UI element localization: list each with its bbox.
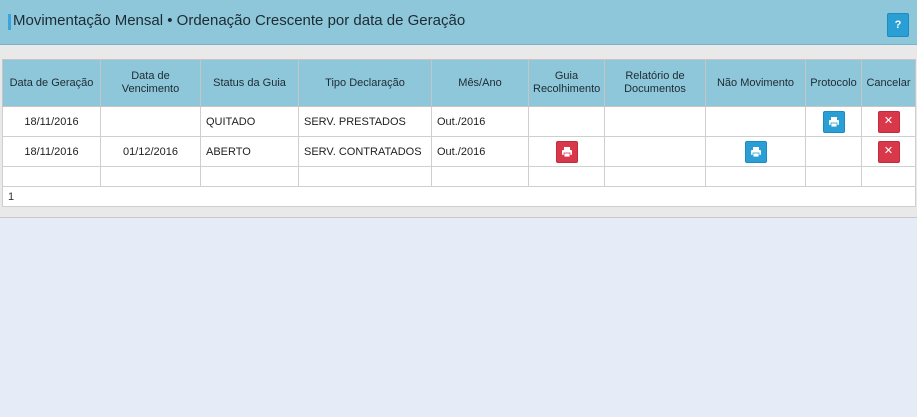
col-header-nao-movimento[interactable]: Não Movimento <box>705 59 806 107</box>
cell-relatorio-documentos <box>604 106 706 137</box>
col-header-tipo-declaracao[interactable]: Tipo Declaração <box>298 59 432 107</box>
col-header-guia-recolhimento[interactable]: Guia Recolhimento <box>528 59 605 107</box>
cell-cancelar: ✕ <box>861 106 916 137</box>
cell-status: ABERTO <box>200 136 299 167</box>
cell-mes-ano: Out./2016 <box>431 136 529 167</box>
col-header-data-geracao[interactable]: Data de Geração <box>2 59 101 107</box>
close-icon: ✕ <box>883 115 894 127</box>
guia-recolhimento-print-button[interactable] <box>555 140 578 163</box>
col-header-mes-ano[interactable]: Mês/Ano <box>431 59 529 107</box>
header-gap <box>0 45 917 54</box>
table-row-empty <box>2 166 916 187</box>
pager-page-number[interactable]: 1 <box>2 186 916 207</box>
col-header-protocolo[interactable]: Protocolo <box>805 59 862 107</box>
cell-guia-recolhimento <box>528 136 605 167</box>
cell-protocolo <box>805 106 862 137</box>
print-icon <box>828 116 839 127</box>
col-header-relatorio-documentos[interactable]: Relatório de Documentos <box>604 59 706 107</box>
table-header-row: Data de Geração Data de Vencimento Statu… <box>2 59 916 107</box>
cell-cancelar: ✕ <box>861 136 916 167</box>
cancelar-button[interactable]: ✕ <box>877 140 900 163</box>
col-header-status[interactable]: Status da Guia <box>200 59 299 107</box>
header-accent-bar <box>8 14 11 30</box>
table-panel: Data de Geração Data de Vencimento Statu… <box>0 54 917 218</box>
col-header-data-vencimento[interactable]: Data de Vencimento <box>100 59 201 107</box>
help-button[interactable]: ? <box>887 13 909 37</box>
cell-nao-movimento <box>705 106 806 137</box>
cell-tipo-declaracao: SERV. CONTRATADOS <box>298 136 432 167</box>
cell-tipo-declaracao: SERV. PRESTADOS <box>298 106 432 137</box>
cell-guia-recolhimento <box>528 106 605 137</box>
table-row: 18/11/2016 01/12/2016 ABERTO SERV. CONTR… <box>2 136 916 167</box>
cell-protocolo <box>805 136 862 167</box>
table-row: 18/11/2016 QUITADO SERV. PRESTADOS Out./… <box>2 106 916 137</box>
nao-movimento-print-button[interactable] <box>744 140 767 163</box>
cancelar-button[interactable]: ✕ <box>877 110 900 133</box>
page-title: Movimentação Mensal • Ordenação Crescent… <box>13 12 466 29</box>
protocolo-print-button[interactable] <box>822 110 845 133</box>
table-pager-row: 1 <box>2 186 916 207</box>
print-icon <box>750 146 761 157</box>
page-header: Movimentação Mensal • Ordenação Crescent… <box>0 0 917 45</box>
cell-data-geracao: 18/11/2016 <box>2 136 101 167</box>
cell-data-vencimento <box>100 106 201 137</box>
cell-mes-ano: Out./2016 <box>431 106 529 137</box>
print-icon <box>561 146 572 157</box>
cell-relatorio-documentos <box>604 136 706 167</box>
cell-status: QUITADO <box>200 106 299 137</box>
cell-data-vencimento: 01/12/2016 <box>100 136 201 167</box>
cell-data-geracao: 18/11/2016 <box>2 106 101 137</box>
close-icon: ✕ <box>883 145 894 157</box>
cell-nao-movimento <box>705 136 806 167</box>
col-header-cancelar[interactable]: Cancelar <box>861 59 916 107</box>
movimentacao-table: Data de Geração Data de Vencimento Statu… <box>2 59 916 207</box>
